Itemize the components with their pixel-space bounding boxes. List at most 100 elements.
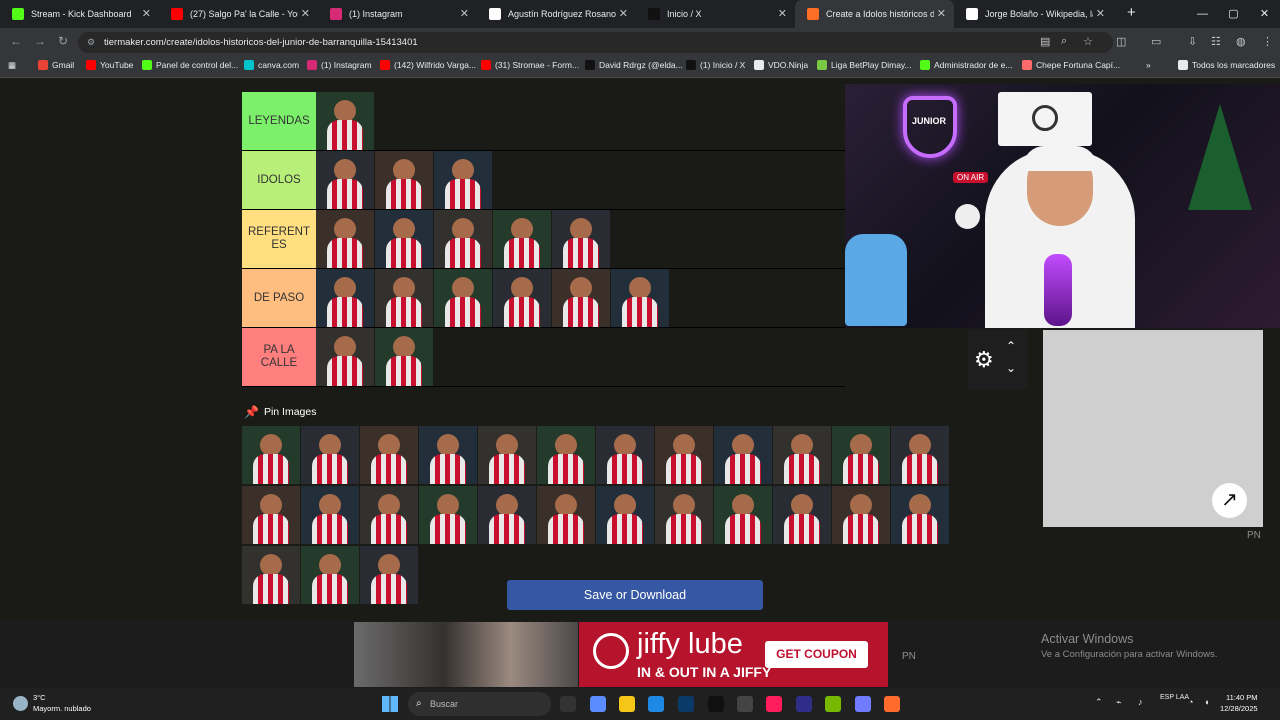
more-bookmarks-icon[interactable]: » [1146, 60, 1151, 70]
address-bar[interactable]: ⚙ tiermaker.com/create/idolos-historicos… [78, 32, 1113, 53]
player-image[interactable] [242, 546, 300, 604]
player-image[interactable] [714, 426, 772, 484]
clock[interactable]: 11:40 PM 12/28/2025 [1220, 692, 1258, 714]
copilot-icon[interactable] [590, 696, 606, 712]
brave-icon[interactable] [884, 696, 900, 712]
settings-gear-icon[interactable]: ⚙ [974, 347, 994, 373]
browser-tab[interactable]: Create a Idolos históricos del Ju✕ [795, 0, 954, 28]
player-image[interactable] [316, 269, 374, 327]
tier-label[interactable]: LEYENDAS [242, 92, 316, 150]
player-image[interactable] [596, 486, 654, 544]
reload-icon[interactable]: ↻ [58, 34, 68, 48]
browser-tab[interactable]: (27) Salgo Pa' la Calle - YouTub✕ [159, 0, 318, 28]
bookmark-item[interactable]: Administrador de e... [920, 60, 1012, 70]
player-image[interactable] [773, 426, 831, 484]
player-image[interactable] [552, 210, 610, 268]
new-tab-button[interactable]: + [1117, 0, 1146, 25]
tab-close-icon[interactable]: ✕ [142, 7, 151, 20]
weather-icon[interactable] [13, 696, 28, 711]
tab-close-icon[interactable]: ✕ [460, 7, 469, 20]
bookmark-star-icon[interactable]: ☆ [1083, 35, 1093, 48]
reading-list-icon[interactable]: ☷ [1211, 35, 1221, 48]
player-image[interactable] [434, 210, 492, 268]
player-image[interactable] [714, 486, 772, 544]
tier-label[interactable]: DE PASO [242, 269, 316, 327]
apps-icon[interactable]: ▦ [8, 60, 16, 71]
player-image[interactable] [242, 426, 300, 484]
language-indicator[interactable]: ESP LAA [1160, 694, 1189, 702]
bookmark-item[interactable]: David Rdrgz (@elda... [585, 60, 683, 70]
player-image[interactable] [832, 426, 890, 484]
after-effects-icon[interactable] [796, 696, 812, 712]
bookmark-item[interactable]: (1) Inicio / X [686, 60, 745, 70]
wifi-icon[interactable]: ◔ [1188, 697, 1193, 707]
chevron-down-icon[interactable]: ⌄ [1006, 361, 1016, 375]
player-image[interactable] [316, 328, 374, 386]
player-image[interactable] [375, 151, 433, 209]
pin-images-title[interactable]: 📌 Pin Images [244, 405, 316, 419]
player-image[interactable] [434, 151, 492, 209]
bookmark-item[interactable]: Chepe Fortuna Capí... [1022, 60, 1120, 70]
player-image[interactable] [478, 426, 536, 484]
tab-close-icon[interactable]: ✕ [1096, 7, 1105, 20]
player-image[interactable] [891, 486, 949, 544]
player-image[interactable] [537, 426, 595, 484]
player-image[interactable] [434, 269, 492, 327]
bookmark-item[interactable]: Panel de control del... [142, 60, 238, 70]
bookmark-item[interactable]: (142) Wilfrido Varga... [380, 60, 476, 70]
player-image[interactable] [537, 486, 595, 544]
player-image[interactable] [375, 328, 433, 386]
start-icon[interactable] [382, 696, 398, 712]
player-image[interactable] [301, 426, 359, 484]
tray-chevron-icon[interactable]: ⌃ [1095, 697, 1103, 708]
translate-icon[interactable]: ▤ [1040, 35, 1050, 48]
bookmark-item[interactable]: Gmail [38, 60, 74, 70]
expand-button[interactable]: ↗ [1212, 483, 1247, 518]
save-or-download-button[interactable]: Save or Download [507, 580, 763, 610]
player-image[interactable] [242, 486, 300, 544]
player-image[interactable] [891, 426, 949, 484]
forward-icon[interactable]: → [34, 34, 46, 48]
player-image[interactable] [493, 210, 551, 268]
get-coupon-button[interactable]: GET COUPON [765, 641, 868, 668]
site-info-icon[interactable]: ⚙ [87, 32, 95, 53]
back-icon[interactable]: ← [10, 34, 22, 48]
player-image[interactable] [316, 151, 374, 209]
calculator-icon[interactable] [708, 696, 724, 712]
tab-close-icon[interactable]: ✕ [778, 7, 787, 20]
player-image[interactable] [773, 486, 831, 544]
player-image[interactable] [655, 426, 713, 484]
sidebar-icon[interactable]: ▭ [1151, 35, 1161, 48]
extensions-icon[interactable]: ◫ [1116, 35, 1126, 48]
player-image[interactable] [655, 486, 713, 544]
player-image[interactable] [360, 546, 418, 604]
tab-close-icon[interactable]: ✕ [619, 7, 628, 20]
browser-tab[interactable]: Agustín Rodríguez Rosano - Wi✕ [477, 0, 636, 28]
close-window-icon[interactable]: ✕ [1249, 0, 1280, 28]
mic-icon[interactable]: ♪ [1138, 697, 1143, 707]
taskbar-search[interactable]: ⌕ Buscar [408, 692, 551, 716]
discord-icon[interactable] [855, 696, 871, 712]
profile-icon[interactable]: ◍ [1236, 35, 1246, 48]
bookmark-item[interactable]: VDO.Ninja [754, 60, 808, 70]
player-image[interactable] [316, 92, 374, 150]
player-image[interactable] [596, 426, 654, 484]
chevron-up-icon[interactable]: ⌃ [1006, 339, 1016, 353]
tiktok-icon[interactable] [766, 696, 782, 712]
volume-icon[interactable]: ◖ [1204, 697, 1209, 707]
download-icon[interactable]: ⇩ [1188, 35, 1197, 48]
player-image[interactable] [493, 269, 551, 327]
player-image[interactable] [419, 426, 477, 484]
browser-tab[interactable]: Stream - Kick Dashboard ✕ [0, 0, 159, 28]
tier-label[interactable]: PA LA CALLE [242, 328, 316, 386]
bookmark-item[interactable]: YouTube [86, 60, 133, 70]
file-explorer-icon[interactable] [619, 696, 635, 712]
task-view-icon[interactable] [560, 696, 576, 712]
bookmark-item[interactable]: Todos los marcadores [1178, 60, 1275, 70]
player-image[interactable] [478, 486, 536, 544]
bookmark-item[interactable]: (1) Instagram [307, 60, 372, 70]
bookmark-item[interactable]: canva.com [244, 60, 299, 70]
chrome-icon[interactable] [648, 696, 664, 712]
menu-icon[interactable]: ⋮ [1262, 35, 1273, 48]
player-image[interactable] [375, 269, 433, 327]
